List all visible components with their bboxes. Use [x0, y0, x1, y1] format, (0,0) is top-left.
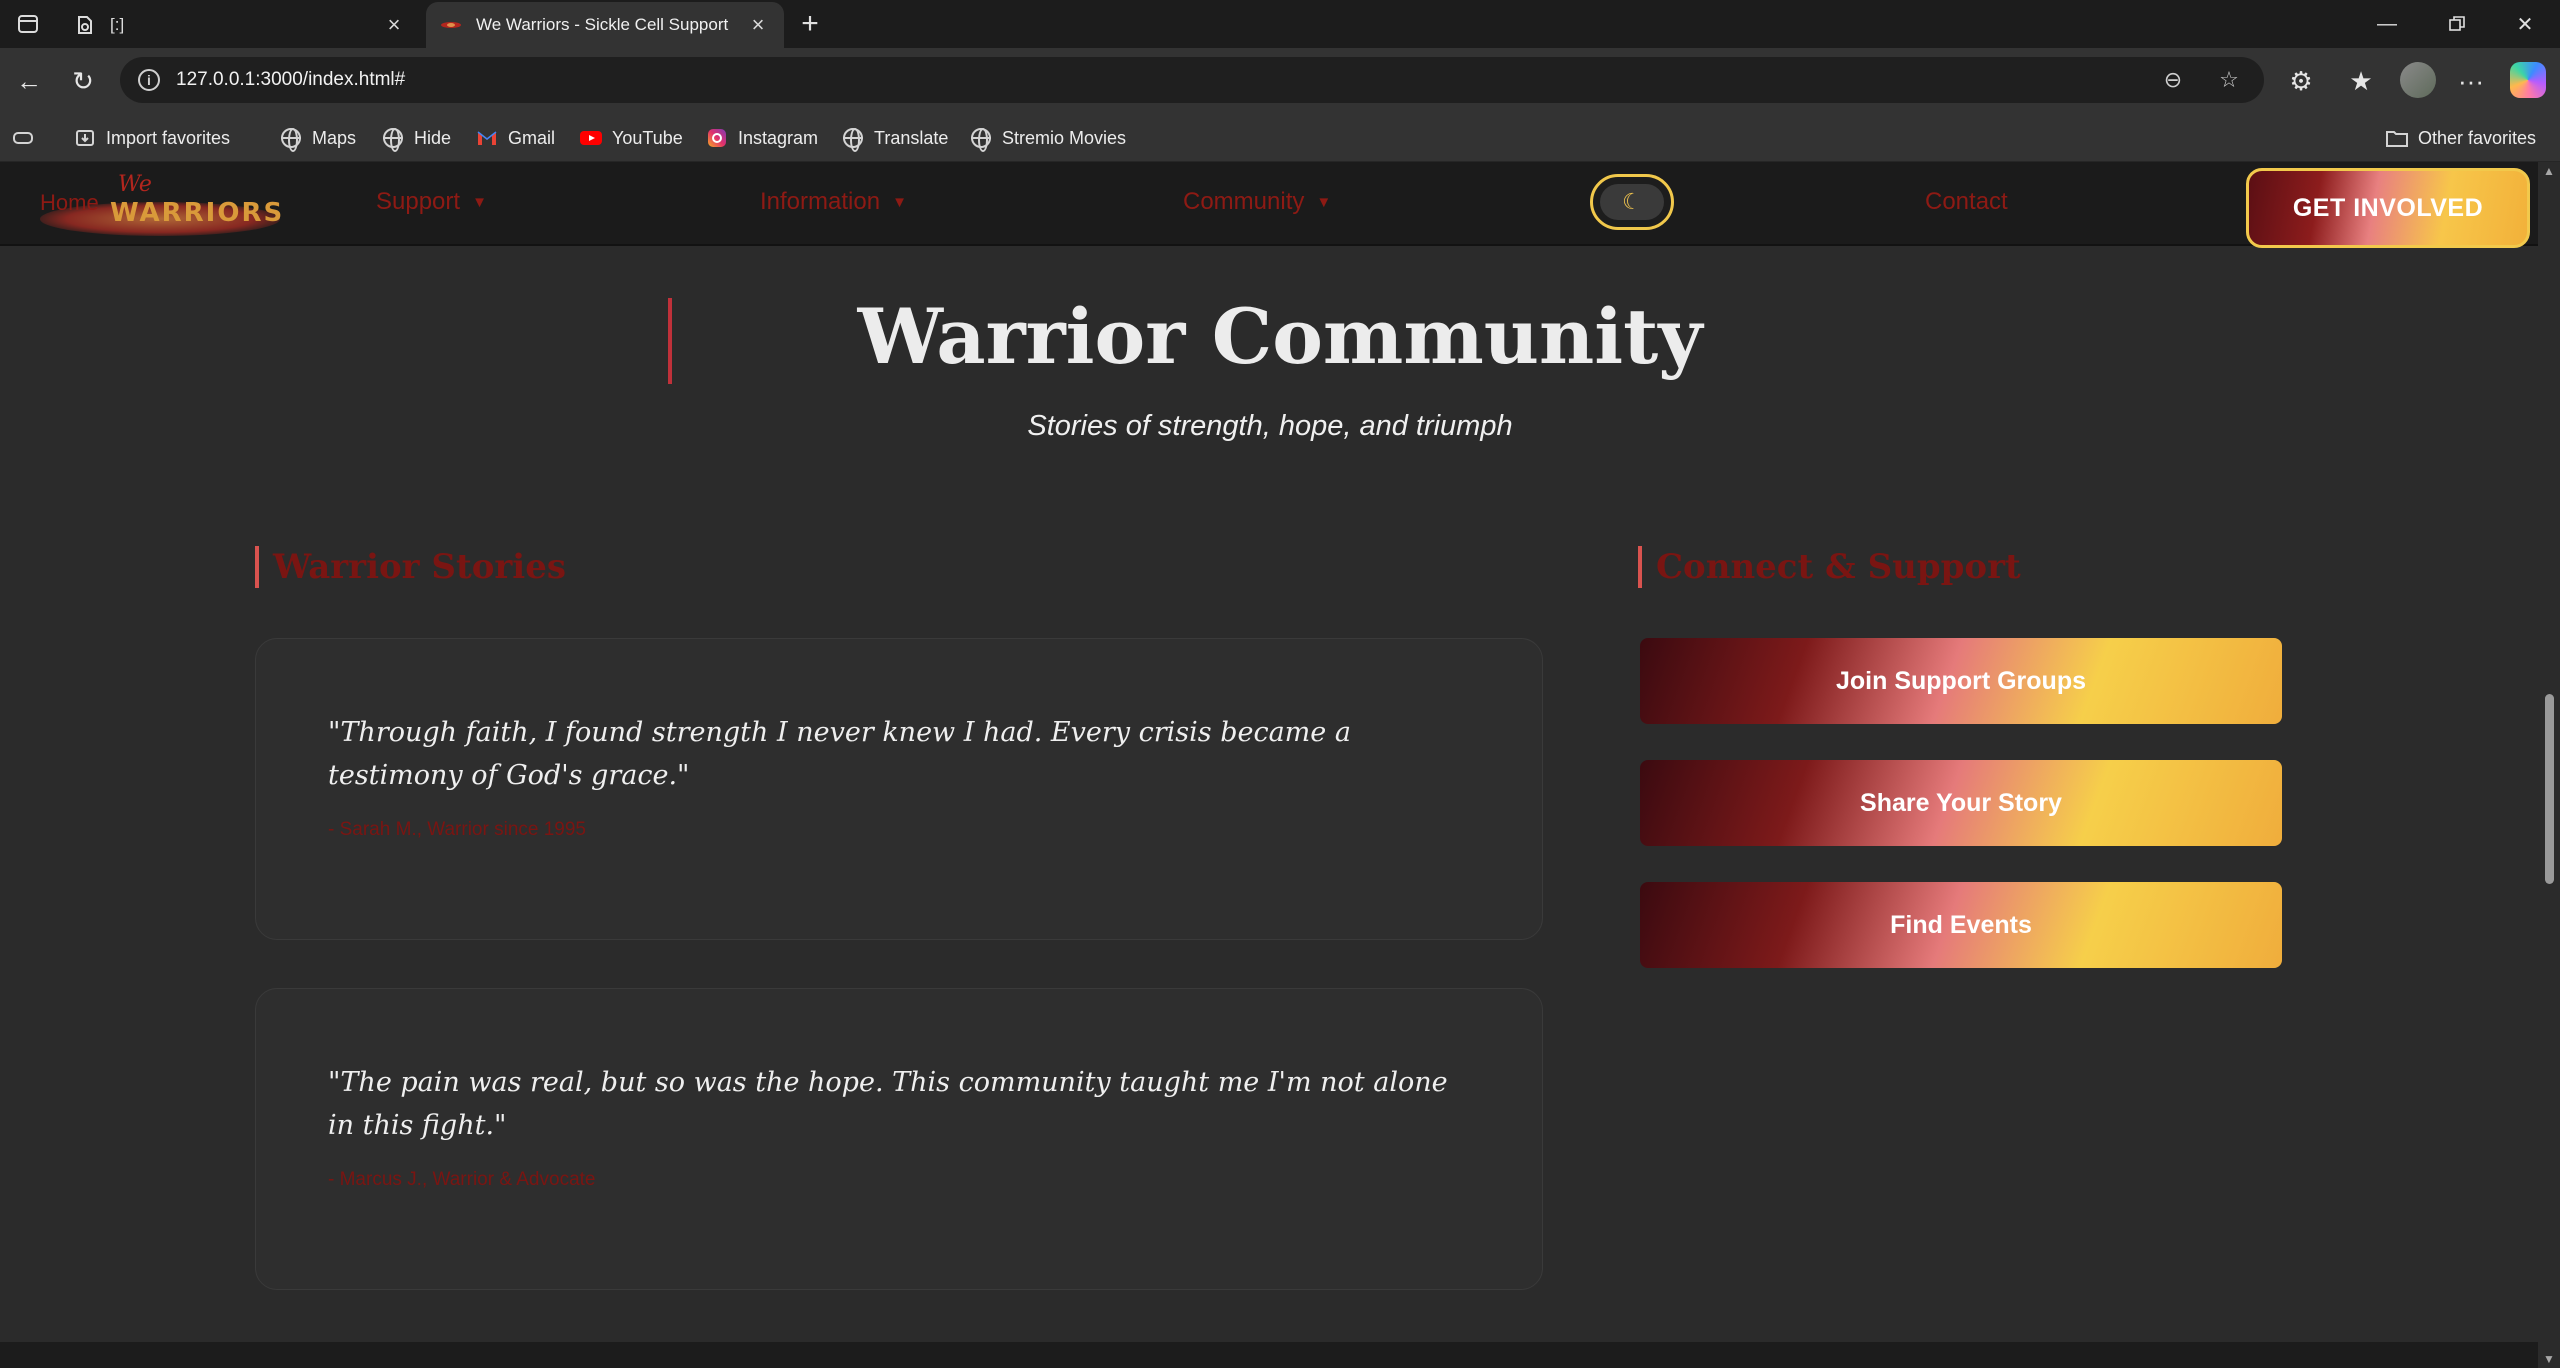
share-your-story-button[interactable]: Share Your Story [1640, 760, 2282, 846]
close-tab-icon[interactable]: × [746, 12, 770, 37]
close-window-icon[interactable]: ✕ [2490, 0, 2560, 48]
gmail-icon [476, 127, 498, 149]
site-header: We WARRIORS Home Support ▼ Information ▼… [0, 162, 2538, 248]
logo-text-we: We [118, 172, 152, 197]
warrior-stories-heading: Warrior Stories [255, 546, 566, 588]
browser-tab-2[interactable]: We Warriors - Sickle Cell Support × [426, 2, 784, 48]
url-text: 127.0.0.1:3000/index.html# [176, 69, 406, 90]
page-bottom-edge [0, 1342, 2538, 1368]
caret-down-icon: ▼ [892, 193, 907, 211]
import-icon [74, 127, 96, 149]
profile-avatar[interactable] [2400, 62, 2436, 98]
bookmark-youtube[interactable]: YouTube [580, 124, 683, 152]
page-scrollbar[interactable]: ▲ ▼ [2538, 162, 2560, 1368]
tab-title: [:] [110, 15, 125, 34]
globe-icon [382, 127, 404, 152]
bookmark-import-favorites[interactable]: Import favorites [74, 124, 230, 152]
caret-down-icon: ▼ [472, 193, 487, 211]
site-favicon-icon [440, 14, 462, 36]
new-tab-icon[interactable]: + [794, 7, 826, 40]
nav-contact[interactable]: Contact [1925, 188, 2008, 216]
bookmark-hide[interactable]: Hide [382, 124, 451, 152]
instagram-icon [706, 127, 728, 149]
story-card: "Through faith, I found strength I never… [255, 638, 1543, 940]
site-info-icon[interactable]: i [138, 69, 160, 91]
bookmark-maps[interactable]: Maps [280, 124, 356, 152]
restore-icon[interactable] [2422, 0, 2492, 48]
globe-icon [280, 127, 302, 152]
browser-address-bar: ← ↻ i 127.0.0.1:3000/index.html# ⊖ ☆ ⚙ ★… [0, 48, 2560, 114]
nav-support[interactable]: Support ▼ [376, 188, 487, 216]
refresh-icon[interactable]: ↻ [64, 62, 102, 100]
connect-support-heading: Connect & Support [1638, 546, 2021, 588]
collections-icon[interactable] [12, 124, 44, 152]
join-support-groups-button[interactable]: Join Support Groups [1640, 638, 2282, 724]
nav-community[interactable]: Community ▼ [1183, 188, 1331, 216]
nav-information[interactable]: Information ▼ [760, 188, 907, 216]
close-tab-icon[interactable]: × [382, 12, 406, 37]
scroll-up-icon[interactable]: ▲ [2542, 164, 2556, 178]
favorites-icon[interactable]: ★ [2342, 62, 2380, 100]
tab-title: We Warriors - Sickle Cell Support [476, 15, 729, 34]
story-quote: "The pain was real, but so was the hope.… [328, 1067, 1448, 1141]
story-card: "The pain was real, but so was the hope.… [255, 988, 1543, 1290]
scroll-thumb[interactable] [2545, 694, 2554, 884]
url-field[interactable]: i 127.0.0.1:3000/index.html# ⊖ ☆ [120, 57, 2264, 103]
story-author: - Sarah M., Warrior since 1995 [328, 819, 586, 840]
page-title: Warrior Community [857, 292, 1703, 381]
youtube-icon [580, 127, 602, 149]
favorite-star-icon[interactable]: ☆ [2216, 67, 2242, 93]
story-quote: "Through faith, I found strength I never… [328, 717, 1351, 791]
globe-icon [842, 127, 864, 152]
page-file-icon [74, 14, 96, 36]
bookmark-translate[interactable]: Translate [842, 124, 948, 152]
site-logo[interactable]: We WARRIORS Home [0, 164, 300, 246]
bookmarks-bar: Import favorites Maps Hide Gmail YouTube… [0, 114, 2560, 162]
browser-tab-bar: [:] × We Warriors - Sickle Cell Support … [0, 0, 2560, 48]
page-subtitle: Stories of strength, hope, and triumph [1027, 410, 1513, 442]
scroll-down-icon[interactable]: ▼ [2542, 1352, 2556, 1366]
copilot-icon[interactable] [2510, 62, 2546, 98]
get-involved-button[interactable]: GET INVOLVED [2246, 168, 2530, 248]
folder-icon [2386, 127, 2408, 149]
theme-toggle[interactable]: ☾ [1590, 174, 1674, 230]
moon-icon: ☾ [1600, 184, 1664, 220]
minimize-icon[interactable]: — [2352, 0, 2422, 48]
story-author: - Marcus J., Warrior & Advocate [328, 1169, 596, 1190]
nav-home-link[interactable]: Home [40, 190, 99, 216]
bookmark-stremio-movies[interactable]: Stremio Movies [970, 124, 1126, 152]
bookmark-gmail[interactable]: Gmail [476, 124, 555, 152]
bookmark-other-favorites[interactable]: Other favorites [2386, 124, 2536, 152]
more-menu-icon[interactable]: ··· [2452, 62, 2490, 100]
globe-icon [970, 127, 992, 152]
read-aloud-icon[interactable]: ⊖ [2160, 67, 2186, 93]
page-viewport: We WARRIORS Home Support ▼ Information ▼… [0, 162, 2560, 1368]
back-arrow-icon[interactable]: ← [10, 62, 48, 100]
find-events-button[interactable]: Find Events [1640, 882, 2282, 968]
extensions-icon[interactable]: ⚙ [2282, 62, 2320, 100]
bookmark-instagram[interactable]: Instagram [706, 124, 818, 152]
browser-tab-1[interactable]: [:] × [60, 2, 420, 48]
tab-actions-icon[interactable] [14, 10, 42, 38]
logo-text-warriors: WARRIORS [110, 198, 285, 228]
caret-down-icon: ▼ [1316, 193, 1332, 211]
